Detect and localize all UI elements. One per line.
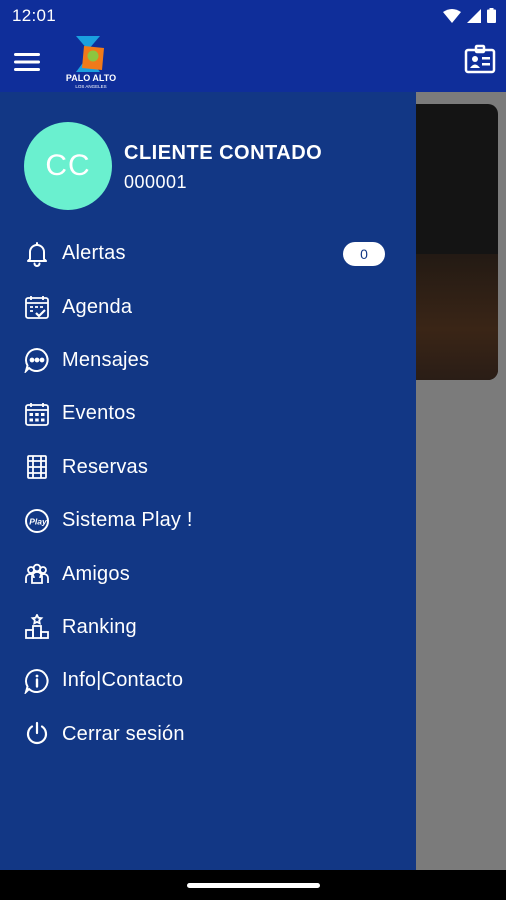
menu-label-info-contacto: Info|Contacto — [62, 669, 184, 692]
menu-item-alertas[interactable]: Alertas 0 — [0, 227, 416, 280]
menu-item-amigos[interactable]: Amigos — [0, 547, 416, 600]
home-indicator[interactable] — [187, 883, 320, 888]
navigation-drawer: CC CLIENTE CONTADO 000001 Alertas 0 Agen… — [0, 92, 416, 870]
hamburger-menu-icon[interactable] — [10, 46, 46, 78]
chat-bubble-icon — [24, 347, 50, 374]
menu-item-cerrar-sesion[interactable]: Cerrar sesión — [0, 708, 416, 761]
calendar-grid-icon — [24, 401, 50, 427]
menu-label-ranking: Ranking — [62, 615, 137, 638]
play-badge-icon: Play — [24, 508, 50, 534]
wifi-icon — [443, 8, 461, 23]
signal-icon — [467, 8, 481, 23]
friends-icon — [24, 561, 50, 587]
user-name: CLIENTE CONTADO — [124, 142, 323, 164]
svg-text:PALO ALTO: PALO ALTO — [66, 73, 116, 83]
menu-item-agenda[interactable]: Agenda — [0, 280, 416, 333]
menu-label-eventos: Eventos — [62, 402, 136, 425]
menu-label-alertas: Alertas — [62, 242, 126, 265]
menu-item-ranking[interactable]: Ranking — [0, 601, 416, 654]
court-icon — [24, 454, 50, 480]
menu-label-amigos: Amigos — [62, 562, 130, 585]
status-bar: 12:01 — [0, 0, 506, 32]
alert-count-badge: 0 — [343, 241, 385, 266]
avatar-initials: CC — [45, 149, 91, 182]
menu-item-info-contacto[interactable]: Info|Contacto — [0, 654, 416, 707]
menu-label-mensajes: Mensajes — [62, 348, 150, 371]
svg-text:LOS ANGELES: LOS ANGELES — [75, 84, 106, 89]
avatar[interactable]: CC — [24, 122, 112, 210]
status-icons — [443, 8, 496, 23]
power-icon — [24, 721, 50, 747]
system-nav-bar — [0, 870, 506, 900]
menu-label-reservas: Reservas — [62, 455, 149, 478]
battery-icon — [487, 8, 496, 23]
podium-icon — [24, 614, 50, 640]
contact-card-icon[interactable] — [464, 44, 496, 76]
menu-item-mensajes[interactable]: Mensajes — [0, 334, 416, 387]
bell-icon — [24, 241, 50, 267]
menu-item-eventos[interactable]: Eventos — [0, 387, 416, 440]
menu-label-agenda: Agenda — [62, 295, 133, 318]
calendar-check-icon — [24, 294, 50, 320]
menu-list: Alertas 0 Agenda Mensajes Eventos Reserv… — [0, 227, 416, 761]
user-id: 000001 — [124, 172, 188, 192]
status-time: 12:01 — [12, 6, 57, 25]
menu-label-sistema-play: Sistema Play ! — [62, 509, 193, 532]
menu-label-cerrar-sesion: Cerrar sesión — [62, 722, 185, 745]
menu-item-sistema-play[interactable]: Play Sistema Play ! — [0, 494, 416, 547]
svg-text:Play: Play — [29, 516, 48, 526]
app-bar: PALO ALTO LOS ANGELES — [0, 32, 506, 92]
info-icon — [24, 668, 50, 694]
palo-alto-logo: PALO ALTO LOS ANGELES — [62, 34, 120, 90]
menu-item-reservas[interactable]: Reservas — [0, 441, 416, 494]
